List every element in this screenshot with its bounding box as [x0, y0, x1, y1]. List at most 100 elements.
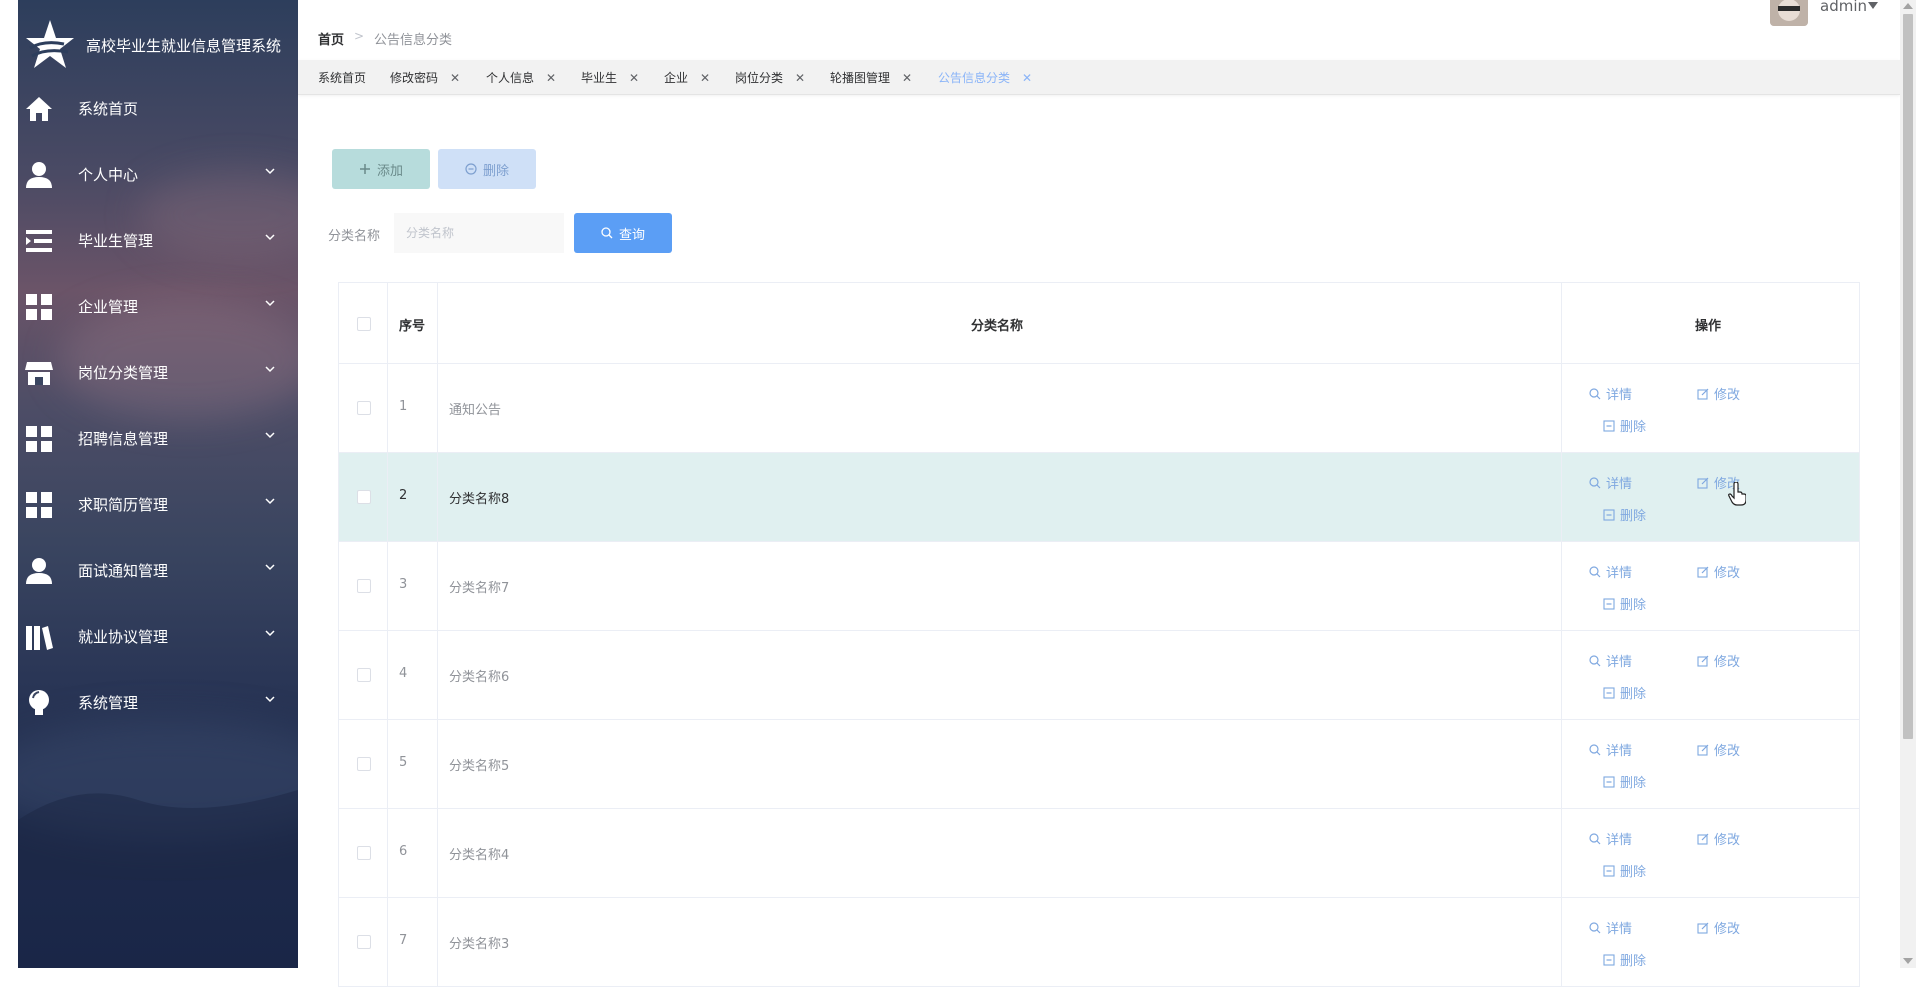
caret-down-icon[interactable] [1868, 2, 1878, 10]
row-category-name: 通知公告 [449, 403, 502, 418]
select-all-checkbox[interactable] [357, 317, 371, 331]
table-row[interactable]: 2 分类名称8 详情 修改 删除 [338, 453, 1860, 542]
detail-button[interactable]: 详情 [1589, 918, 1632, 937]
delete-button[interactable]: 删除 [1603, 950, 1646, 969]
delete-label: 删除 [1620, 509, 1647, 524]
column-divider [1561, 809, 1562, 897]
sidebar-item-interviews[interactable]: 面试通知管理 [18, 543, 298, 597]
minus-square-icon [1603, 953, 1615, 966]
tab-home[interactable]: 系统首页 [318, 69, 366, 86]
detail-button[interactable]: 详情 [1589, 473, 1632, 492]
edit-icon [1697, 922, 1709, 934]
sidebar-item-label: 求职简历管理 [78, 496, 169, 514]
tab-notice-categories[interactable]: 公告信息分类 ✕ [938, 69, 1032, 86]
scroll-down-arrow-icon[interactable] [1903, 958, 1913, 964]
sidebar-item-agreements[interactable]: 就业协议管理 [18, 609, 298, 663]
edit-button[interactable]: 修改 [1697, 651, 1740, 670]
row-category-name: 分类名称7 [449, 581, 510, 596]
tab-label: 企业 [664, 71, 689, 85]
edit-button[interactable]: 修改 [1697, 918, 1740, 937]
table-row[interactable]: 4 分类名称6 详情 修改 删除 [338, 631, 1860, 720]
edit-label: 修改 [1714, 388, 1741, 403]
close-icon[interactable]: ✕ [546, 71, 556, 85]
tab-companies[interactable]: 企业 ✕ [664, 69, 710, 86]
table-row[interactable]: 5 分类名称5 详情 修改 删除 [338, 720, 1860, 809]
detail-button[interactable]: 详情 [1589, 562, 1632, 581]
chevron-down-icon [265, 630, 275, 637]
table-row[interactable]: 3 分类名称7 详情 修改删除 [338, 542, 1860, 631]
table-row[interactable]: 1 通知公告 详情 修改删除 [338, 364, 1860, 453]
row-checkbox[interactable] [357, 757, 371, 771]
table-row[interactable]: 6 分类名称4 详情 修改 删除 [338, 809, 1860, 898]
edit-label: 修改 [1714, 833, 1741, 848]
scroll-up-arrow-icon[interactable] [1903, 3, 1913, 9]
close-icon[interactable]: ✕ [629, 71, 639, 85]
row-checkbox[interactable] [357, 935, 371, 949]
row-checkbox[interactable] [357, 846, 371, 860]
tab-label: 修改密码 [390, 71, 439, 85]
sidebar-item-companies[interactable]: 企业管理 [18, 279, 298, 333]
add-button-label: 添加 [376, 163, 403, 179]
tab-graduates[interactable]: 毕业生 ✕ [581, 69, 639, 86]
close-icon[interactable]: ✕ [700, 71, 710, 85]
breadcrumb-separator: > [354, 29, 365, 43]
row-checkbox[interactable] [357, 401, 371, 415]
sidebar-item-home[interactable]: 系统首页 [18, 81, 298, 135]
detail-button[interactable]: 详情 [1589, 384, 1632, 403]
detail-label: 详情 [1606, 388, 1633, 403]
sidebar-item-job-categories[interactable]: 岗位分类管理 [18, 345, 298, 399]
row-seq: 3 [399, 577, 408, 592]
close-icon[interactable]: ✕ [1022, 71, 1032, 85]
sidebar-item-graduates[interactable]: 毕业生管理 [18, 213, 298, 267]
table-row[interactable]: 7 分类名称3 详情 修改 删除 [338, 898, 1860, 987]
delete-button[interactable]: 删除 [1603, 861, 1646, 880]
row-checkbox[interactable] [357, 579, 371, 593]
grid-icon [26, 492, 52, 518]
close-icon[interactable]: ✕ [795, 71, 805, 85]
avatar[interactable] [1770, 0, 1808, 26]
breadcrumb-current: 公告信息分类 [374, 33, 453, 48]
column-header-seq: 序号 [399, 319, 426, 334]
sidebar-item-label: 招聘信息管理 [78, 430, 169, 448]
delete-button[interactable]: 删除 [1603, 416, 1646, 435]
logo-area: 高校毕业生就业信息管理系统 [18, 0, 298, 88]
breadcrumb-home[interactable]: 首页 [318, 29, 344, 48]
close-icon[interactable]: ✕ [450, 71, 460, 85]
scrollbar-thumb[interactable] [1903, 14, 1913, 739]
delete-button[interactable]: 删除 [1603, 683, 1646, 702]
detail-button[interactable]: 详情 [1589, 829, 1632, 848]
delete-button[interactable]: 删除 [1603, 505, 1646, 524]
chevron-down-icon [265, 300, 275, 307]
delete-button[interactable]: 删除 [1603, 594, 1646, 613]
tab-carousel[interactable]: 轮播图管理 ✕ [830, 69, 912, 86]
edit-button[interactable]: 修改 [1697, 829, 1740, 848]
add-button[interactable]: 添加 [332, 149, 430, 189]
detail-button[interactable]: 详情 [1589, 740, 1632, 759]
sidebar-item-system[interactable]: 系统管理 [18, 675, 298, 729]
row-seq: 1 [399, 399, 408, 414]
search-icon [1589, 476, 1601, 488]
tab-change-password[interactable]: 修改密码 ✕ [390, 69, 460, 86]
close-icon[interactable]: ✕ [902, 71, 912, 85]
edit-icon [1697, 833, 1709, 845]
row-checkbox[interactable] [357, 668, 371, 682]
chevron-down-icon [265, 564, 275, 571]
tab-job-categories[interactable]: 岗位分类 ✕ [735, 69, 805, 86]
edit-button[interactable]: 修改 [1697, 740, 1740, 759]
category-name-input[interactable] [394, 213, 564, 253]
sidebar-item-personal-center[interactable]: 个人中心 [18, 147, 298, 201]
delete-button[interactable]: 删除 [1603, 772, 1646, 791]
row-checkbox[interactable] [357, 490, 371, 504]
sidebar-item-recruitment[interactable]: 招聘信息管理 [18, 411, 298, 465]
logo-star-icon [26, 20, 74, 68]
tab-personal-info[interactable]: 个人信息 ✕ [486, 69, 556, 86]
sidebar-item-resumes[interactable]: 求职简历管理 [18, 477, 298, 531]
column-divider [437, 898, 438, 986]
edit-button[interactable]: 修改 [1697, 384, 1740, 403]
query-button[interactable]: 查询 [574, 213, 672, 253]
detail-button[interactable]: 详情 [1589, 651, 1632, 670]
batch-delete-button[interactable]: 删除 [438, 149, 536, 189]
username[interactable]: admin [1820, 0, 1867, 15]
edit-button[interactable]: 修改 [1697, 562, 1740, 581]
column-divider [387, 898, 388, 986]
